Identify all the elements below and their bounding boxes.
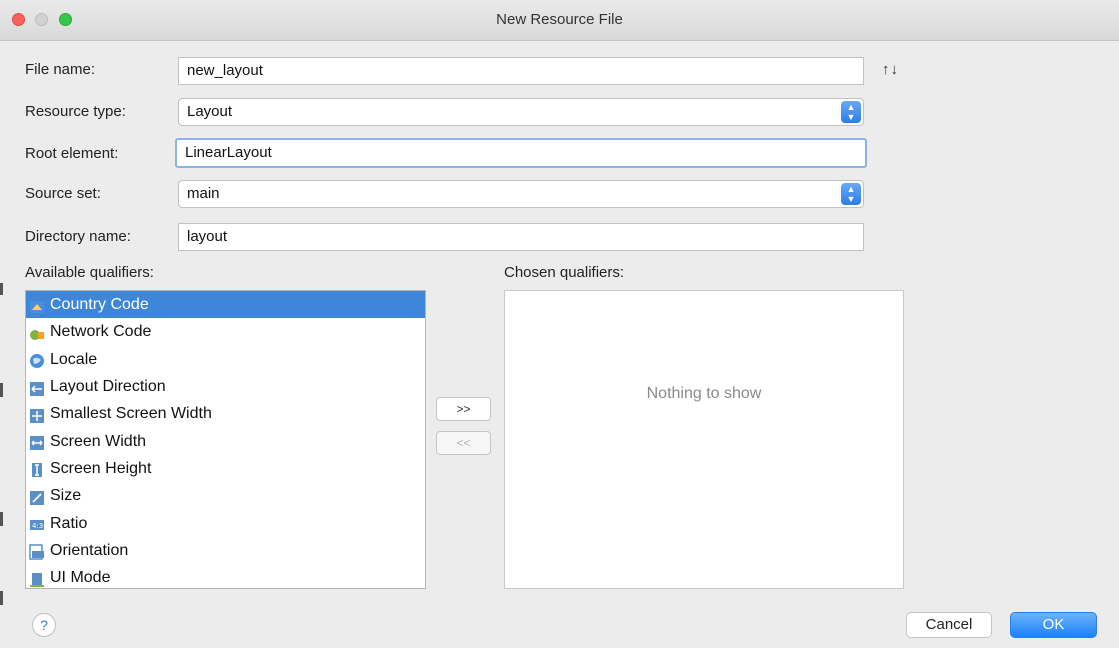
file-name-label: File name: bbox=[25, 61, 96, 78]
directory-name-field[interactable]: layout bbox=[178, 223, 864, 251]
list-item[interactable]: Layout Direction bbox=[26, 373, 425, 400]
list-item[interactable]: Orientation bbox=[26, 537, 425, 564]
remove-qualifier-button[interactable]: << bbox=[436, 431, 491, 455]
list-item[interactable]: Smallest Screen Width bbox=[26, 400, 425, 427]
list-item[interactable]: Screen Width bbox=[26, 427, 425, 454]
window-edge bbox=[0, 591, 3, 605]
sort-icon[interactable]: ↑↓ bbox=[882, 61, 899, 78]
chosen-qualifiers-label: Chosen qualifiers: bbox=[504, 264, 625, 281]
list-item[interactable]: Size bbox=[26, 482, 425, 509]
chevron-up-down-icon: ▲ ▼ bbox=[841, 183, 861, 205]
smallest-width-icon bbox=[29, 406, 45, 423]
size-icon bbox=[29, 488, 45, 505]
list-item-label: Screen Height bbox=[50, 459, 152, 477]
source-set-label: Source set: bbox=[25, 185, 101, 202]
resource-type-value: Layout bbox=[187, 103, 233, 120]
orientation-icon bbox=[29, 542, 45, 561]
chevron-up-down-icon: ▲ ▼ bbox=[841, 101, 861, 123]
network-code-icon bbox=[29, 324, 45, 340]
globe-icon bbox=[29, 351, 45, 369]
resource-type-label: Resource type: bbox=[25, 103, 126, 120]
list-item-label: Orientation bbox=[50, 541, 129, 559]
empty-state-text: Nothing to show bbox=[646, 385, 762, 402]
add-qualifier-button[interactable]: >> bbox=[436, 397, 491, 421]
ratio-icon: 4:3 bbox=[29, 515, 45, 531]
cancel-button[interactable]: Cancel bbox=[906, 612, 992, 638]
svg-text:4:3: 4:3 bbox=[32, 522, 43, 530]
chosen-qualifiers-list[interactable]: Nothing to show bbox=[504, 290, 904, 589]
list-item-label: Smallest Screen Width bbox=[50, 405, 212, 423]
list-item[interactable]: Locale bbox=[26, 346, 425, 373]
list-item[interactable]: Network Code bbox=[26, 318, 425, 345]
available-qualifiers-label: Available qualifiers: bbox=[25, 264, 154, 281]
source-set-value: main bbox=[187, 185, 220, 202]
list-item-label: Screen Width bbox=[50, 432, 147, 450]
country-code-icon bbox=[29, 297, 45, 313]
list-item[interactable]: Screen Height bbox=[26, 455, 425, 482]
screen-height-icon bbox=[29, 460, 45, 478]
ok-button[interactable]: OK bbox=[1010, 612, 1097, 638]
file-name-field[interactable]: new_layout bbox=[178, 57, 864, 85]
root-element-field[interactable]: LinearLayout bbox=[175, 138, 867, 168]
list-item[interactable]: Country Code bbox=[26, 291, 425, 319]
resource-type-select[interactable]: Layout ▲ ▼ bbox=[178, 98, 864, 126]
window-edge bbox=[0, 512, 3, 526]
list-item-label: Network Code bbox=[50, 323, 152, 341]
window-edge bbox=[0, 383, 3, 397]
title-bar: New Resource File bbox=[0, 0, 1119, 41]
help-button[interactable]: ? bbox=[32, 613, 56, 637]
source-set-select[interactable]: main ▲ ▼ bbox=[178, 180, 864, 208]
list-item[interactable]: UI Mode bbox=[26, 564, 425, 588]
directory-name-label: Directory name: bbox=[25, 228, 131, 245]
list-item-label: UI Mode bbox=[50, 569, 111, 587]
ui-mode-icon bbox=[29, 570, 45, 587]
list-item-label: Country Code bbox=[50, 296, 149, 314]
list-item-label: Ratio bbox=[50, 514, 88, 532]
window-title: New Resource File bbox=[496, 11, 623, 28]
list-item-label: Layout Direction bbox=[50, 378, 166, 396]
list-item-label: Size bbox=[50, 487, 82, 505]
layout-direction-icon bbox=[29, 379, 45, 396]
root-element-label: Root element: bbox=[25, 145, 119, 162]
list-item[interactable]: 4:3 Ratio bbox=[26, 509, 425, 536]
screen-width-icon bbox=[29, 433, 45, 451]
list-item-label: Locale bbox=[50, 350, 98, 368]
available-qualifiers-list[interactable]: Country Code Network Code Locale Layout … bbox=[25, 290, 426, 589]
window-edge bbox=[0, 283, 3, 295]
